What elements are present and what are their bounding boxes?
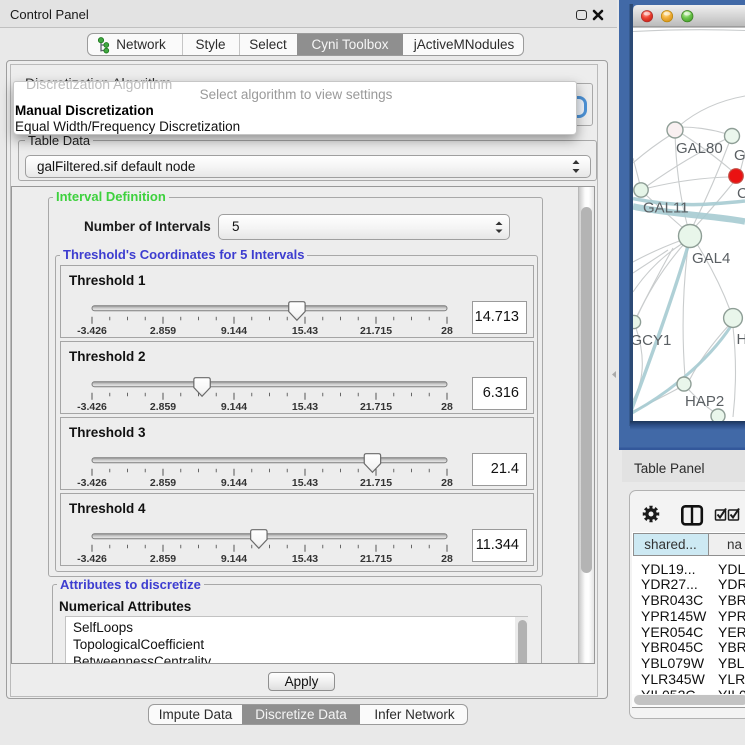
svg-text:-3.426: -3.426 <box>77 477 107 489</box>
svg-text:2.859: 2.859 <box>150 477 176 489</box>
svg-text:GA: GA <box>734 147 745 164</box>
svg-text:GAL80: GAL80 <box>676 140 723 157</box>
svg-text:28: 28 <box>441 325 453 337</box>
svg-text:GAL4: GAL4 <box>692 250 730 267</box>
svg-text:9.144: 9.144 <box>221 477 247 489</box>
svg-text:GCY1: GCY1 <box>631 332 672 349</box>
svg-text:HI: HI <box>737 331 745 348</box>
svg-text:HAP2: HAP2 <box>685 393 724 410</box>
svg-text:21.715: 21.715 <box>360 477 392 489</box>
svg-text:9.144: 9.144 <box>221 553 247 565</box>
svg-text:2.859: 2.859 <box>150 401 176 413</box>
svg-text:15.43: 15.43 <box>292 477 318 489</box>
svg-text:GAL11: GAL11 <box>643 200 689 217</box>
svg-text:21.715: 21.715 <box>360 401 392 413</box>
svg-text:-3.426: -3.426 <box>77 553 107 565</box>
svg-text:C: C <box>737 185 745 202</box>
svg-text:28: 28 <box>441 477 453 489</box>
svg-text:28: 28 <box>441 553 453 565</box>
svg-text:28: 28 <box>441 401 453 413</box>
svg-text:21.715: 21.715 <box>360 325 392 337</box>
svg-text:9.144: 9.144 <box>221 401 247 413</box>
svg-text:15.43: 15.43 <box>292 401 318 413</box>
svg-text:-3.426: -3.426 <box>77 325 107 337</box>
svg-text:21.715: 21.715 <box>360 553 392 565</box>
svg-text:2.859: 2.859 <box>150 325 176 337</box>
svg-text:2.859: 2.859 <box>150 553 176 565</box>
svg-text:9.144: 9.144 <box>221 325 247 337</box>
svg-text:-3.426: -3.426 <box>77 401 107 413</box>
svg-text:15.43: 15.43 <box>292 553 318 565</box>
svg-text:15.43: 15.43 <box>292 325 318 337</box>
